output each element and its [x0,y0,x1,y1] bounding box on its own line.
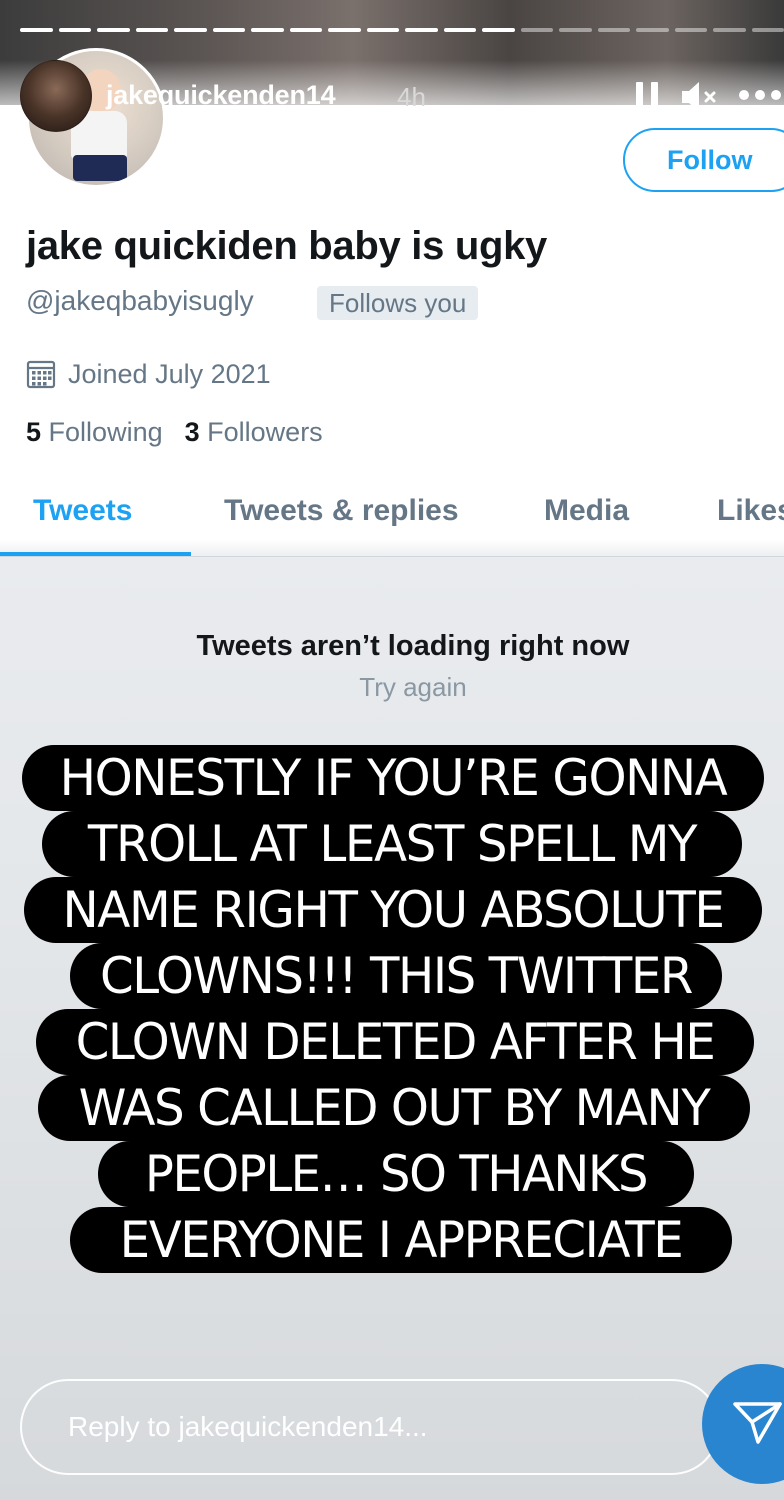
progress-segment [366,28,399,32]
tab-tweets-and-replies[interactable]: Tweets & replies [224,494,459,528]
progress-segment [597,28,630,32]
progress-segment [58,28,91,32]
tab-likes[interactable]: Likes [717,494,784,528]
followers-link[interactable]: 3 Followers [185,417,323,447]
followers-label: Followers [207,417,323,447]
progress-segment [174,28,207,32]
story-timestamp: 4h [397,82,426,112]
avatar-photo-shorts [73,155,127,181]
followers-count: 3 [184,417,200,447]
story-screen: jakequickenden14 4h Follow jake quickide… [0,0,784,1500]
progress-segment [559,28,592,32]
follow-button[interactable]: Follow [623,128,784,192]
try-again-link[interactable]: Try again [0,672,784,703]
caption-line: HONESTLY IF YOU’RE GONNA [22,745,764,811]
profile-handle: @jakeqbabyisugly [26,285,254,316]
progress-segment [212,28,245,32]
joined-text: Joined July 2021 [68,358,271,389]
more-dots-icon[interactable] [736,90,784,100]
calendar-icon [26,360,56,389]
tab-tweets[interactable]: Tweets [33,494,132,528]
progress-segment [97,28,130,32]
story-progress-bar [20,28,784,32]
caption-line: TROLL AT LEAST SPELL MY [42,811,742,877]
story-user-avatar[interactable] [20,60,92,132]
caption-line: WAS CALLED OUT BY MANY [38,1075,750,1141]
reply-placeholder: Reply to jakequickenden14... [68,1411,428,1442]
caption-line: EVERYONE I APPRECIATE [70,1207,732,1273]
progress-segment [20,28,53,32]
progress-segment [443,28,476,32]
progress-segment [674,28,707,32]
progress-segment [251,28,284,32]
progress-segment [482,28,515,32]
story-username[interactable]: jakequickenden14 [106,80,336,111]
tabs-divider [0,556,784,557]
caption-line: CLOWNS!!! THIS TWITTER [70,943,722,1009]
profile-tabs: Tweets Tweets & replies Media Likes [0,470,784,558]
follows-you-badge: Follows you [317,286,479,320]
progress-segment [328,28,361,32]
pause-icon[interactable] [636,82,660,112]
speaker-muted-icon[interactable] [680,80,720,114]
profile-display-name: jake quickiden baby is ugky [26,224,547,268]
error-message: Tweets aren’t loading right now [196,630,630,662]
progress-segment [135,28,168,32]
follow-counts: 5 Following 3 Followers [26,417,323,448]
following-label: Following [48,417,163,447]
caption-line: NAME RIGHT YOU ABSOLUTE [24,877,762,943]
progress-segment [751,28,784,32]
send-button[interactable] [702,1364,784,1484]
following-link[interactable]: 5 Following [26,417,163,447]
following-count: 5 [26,417,42,447]
progress-segment [520,28,553,32]
progress-segment [713,28,746,32]
progress-segment [289,28,322,32]
joined-date: Joined July 2021 [26,356,271,392]
caption-line: CLOWN DELETED AFTER HE [36,1009,754,1075]
caption-line: PEOPLE… SO THANKS [98,1141,694,1207]
progress-segment [405,28,438,32]
progress-segment [636,28,669,32]
tab-media[interactable]: Media [544,494,629,528]
reply-input[interactable]: Reply to jakequickenden14... [20,1379,720,1475]
send-paper-plane-icon [733,1402,782,1444]
